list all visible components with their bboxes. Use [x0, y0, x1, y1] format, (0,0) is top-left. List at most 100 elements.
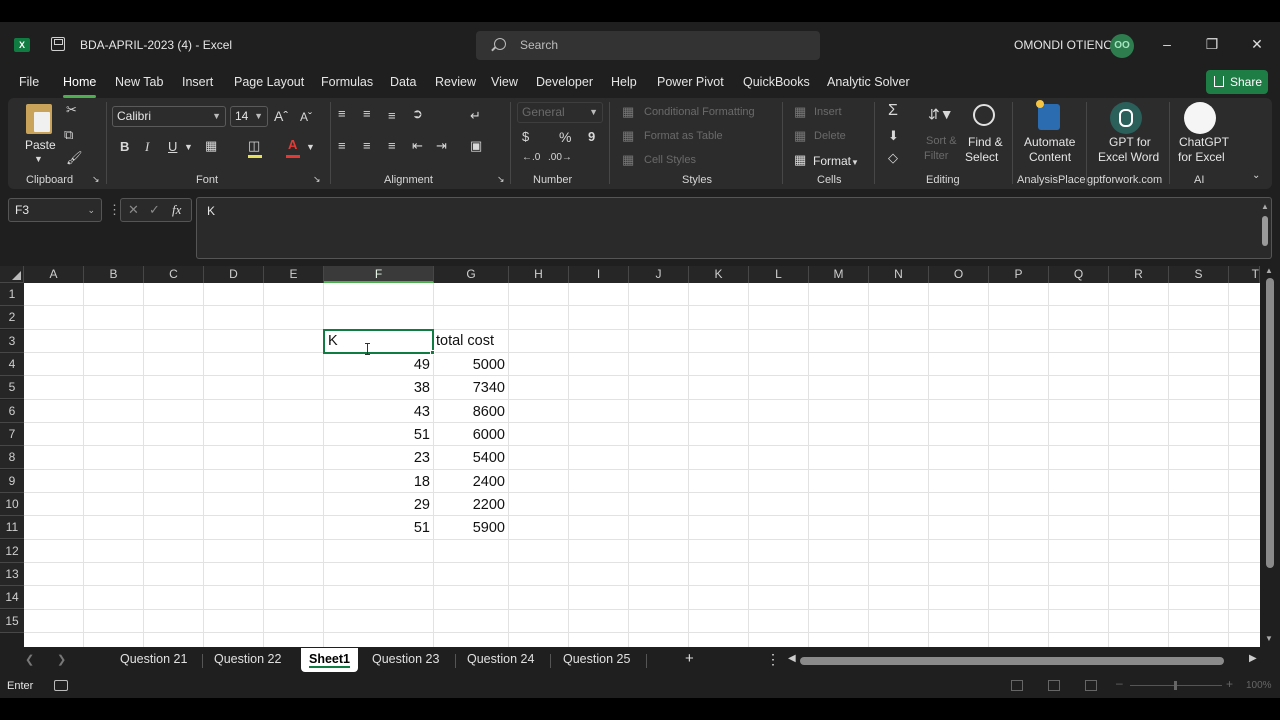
paste-dropdown-icon[interactable]: ▼	[34, 154, 43, 164]
restore-button[interactable]: ❐	[1197, 33, 1227, 55]
find-select-line2[interactable]: Select	[965, 150, 998, 164]
column-header-e[interactable]: E	[264, 266, 324, 283]
format-painter-icon[interactable]: 🖌	[66, 150, 83, 166]
delete-cells-button[interactable]: Delete	[814, 130, 846, 142]
cancel-entry-icon[interactable]: ✕	[128, 202, 139, 218]
decrease-indent-icon[interactable]: ⇤	[412, 138, 423, 154]
hscroll-left-icon[interactable]: ◀	[788, 653, 796, 664]
cell-f5[interactable]: 38	[324, 377, 434, 400]
column-header-d[interactable]: D	[204, 266, 264, 283]
decrease-decimal-icon[interactable]: .00→	[548, 152, 572, 163]
column-header-k[interactable]: K	[689, 266, 749, 283]
page-layout-view-icon[interactable]	[1048, 680, 1060, 691]
hscroll-right-icon[interactable]: ▶	[1249, 653, 1257, 664]
underline-dropdown-icon[interactable]: ▼	[184, 142, 193, 152]
chatgpt-for-excel-icon[interactable]	[1184, 102, 1216, 134]
align-middle-icon[interactable]: ≡	[363, 106, 371, 121]
comma-button[interactable]: 9	[588, 129, 595, 144]
cut-icon[interactable]: ✂	[66, 102, 77, 118]
orientation-icon[interactable]: ➲	[412, 106, 423, 122]
fill-color-icon[interactable]: ◫	[248, 138, 260, 154]
active-cell-f3[interactable]	[323, 329, 434, 354]
chatgpt-excel-line1[interactable]: ChatGPT	[1179, 135, 1229, 149]
column-header-i[interactable]: I	[569, 266, 629, 283]
font-family-select[interactable]: Calibri ▼	[112, 106, 226, 127]
cell-g4[interactable]: 5000	[434, 354, 509, 377]
avatar[interactable]: OO	[1110, 34, 1134, 58]
tab-home[interactable]: Home	[63, 75, 97, 98]
tab-review[interactable]: Review	[435, 75, 476, 89]
tab-insert[interactable]: Insert	[182, 75, 213, 89]
accessibility-icon[interactable]	[54, 680, 68, 691]
tab-analytic-solver[interactable]: Analytic Solver	[827, 75, 910, 89]
column-header-r[interactable]: R	[1109, 266, 1169, 283]
column-header-l[interactable]: L	[749, 266, 809, 283]
tab-page-layout[interactable]: Page Layout	[234, 75, 304, 89]
column-header-n[interactable]: N	[869, 266, 929, 283]
cell-area[interactable]: K total cost 49 5000 38 7340 43 8600 51 6000 23 5…	[24, 283, 1260, 647]
font-color-dropdown-icon[interactable]: ▼	[306, 142, 315, 152]
cell-f4[interactable]: 49	[324, 354, 434, 377]
increase-indent-icon[interactable]: ⇥	[436, 138, 447, 154]
vertical-scroll-thumb[interactable]	[1266, 278, 1274, 568]
percent-button[interactable]: %	[559, 129, 571, 145]
vertical-scrollbar[interactable]: ▲ ▼	[1262, 266, 1278, 647]
zoom-out-icon[interactable]: –	[1116, 676, 1123, 690]
format-cells-button[interactable]: Format	[813, 154, 851, 168]
search-input[interactable]: Search	[520, 38, 558, 52]
conditional-formatting-button[interactable]: Conditional Formatting	[644, 106, 755, 118]
row-header-11[interactable]: 11	[0, 516, 24, 540]
tab-data[interactable]: Data	[390, 75, 416, 89]
select-all-corner[interactable]	[0, 266, 24, 283]
row-header-10[interactable]: 10	[0, 492, 24, 516]
sheet-tab-sheet1[interactable]: Sheet1	[301, 648, 358, 672]
align-center-icon[interactable]: ≡	[363, 138, 371, 153]
row-header-1[interactable]: 1	[0, 283, 24, 306]
format-cells-icon[interactable]: ▦	[794, 152, 806, 168]
sheet-tab-question-25[interactable]: Question 25	[563, 652, 630, 666]
increase-decimal-icon[interactable]: ←.0	[522, 152, 540, 163]
font-size-select[interactable]: 14 ▼	[230, 106, 268, 127]
column-header-t[interactable]: T	[1229, 266, 1260, 283]
alignment-launcher-icon[interactable]: ↘	[497, 174, 505, 185]
tab-power-pivot[interactable]: Power Pivot	[657, 75, 724, 89]
cell-f3[interactable]: K	[328, 330, 338, 353]
align-right-icon[interactable]: ≡	[388, 138, 396, 153]
increase-font-icon[interactable]: Aˆ	[274, 108, 288, 124]
clear-icon[interactable]: ◇	[888, 150, 898, 166]
row-header-5[interactable]: 5	[0, 376, 24, 400]
row-header-2[interactable]: 2	[0, 306, 24, 330]
paste-button[interactable]: Paste	[25, 138, 56, 152]
cell-g8[interactable]: 5400	[434, 447, 509, 470]
wrap-text-icon[interactable]: ↵	[470, 108, 481, 124]
tab-view[interactable]: View	[491, 75, 518, 89]
automate-content-line2[interactable]: Content	[1029, 150, 1071, 164]
row-header-13[interactable]: 13	[0, 562, 24, 586]
cell-g3[interactable]: total cost	[436, 330, 494, 353]
cell-g10[interactable]: 2200	[434, 494, 509, 517]
sort-filter-line2[interactable]: Filter	[924, 150, 948, 162]
currency-button[interactable]: $	[522, 129, 529, 144]
cell-f9[interactable]: 18	[324, 471, 434, 494]
cell-g9[interactable]: 2400	[434, 471, 509, 494]
confirm-entry-icon[interactable]: ✓	[149, 202, 160, 218]
row-header-6[interactable]: 6	[0, 399, 24, 423]
column-header-h[interactable]: H	[509, 266, 569, 283]
cell-f6[interactable]: 43	[324, 401, 434, 424]
row-header-9[interactable]: 9	[0, 469, 24, 493]
chatgpt-excel-line2[interactable]: for Excel	[1178, 150, 1225, 164]
collapse-ribbon-icon[interactable]: ⌄	[1252, 170, 1260, 181]
find-select-line1[interactable]: Find &	[968, 135, 1003, 149]
insert-cells-button[interactable]: Insert	[814, 106, 842, 118]
bold-button[interactable]: B	[120, 139, 129, 154]
fill-icon[interactable]: ⬇	[888, 128, 899, 144]
column-header-p[interactable]: P	[989, 266, 1049, 283]
cell-styles-icon[interactable]: ▦	[622, 152, 634, 168]
paste-icon[interactable]	[26, 104, 52, 134]
sheet-tab-question-22[interactable]: Question 22	[214, 652, 281, 666]
insert-function-icon[interactable]: fx	[172, 202, 181, 218]
name-box[interactable]: F3 ⌄	[8, 198, 102, 222]
formula-input[interactable]: K ▲	[196, 197, 1272, 259]
cell-g6[interactable]: 8600	[434, 401, 509, 424]
borders-icon[interactable]: ▦	[205, 138, 217, 154]
